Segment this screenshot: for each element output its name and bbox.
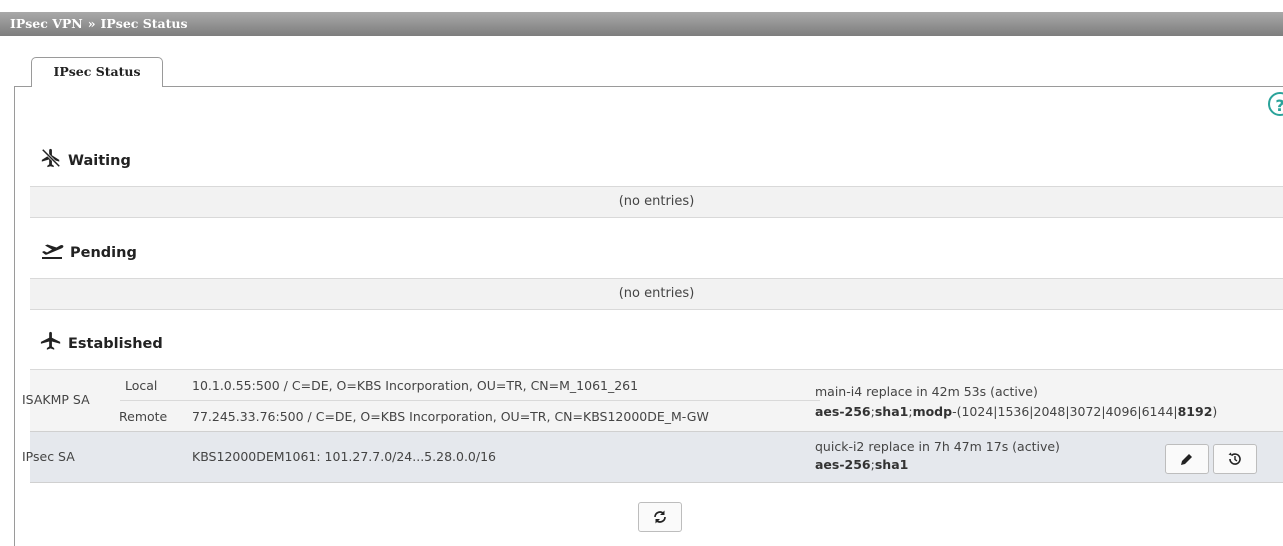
tab-ipsec-status[interactable]: IPsec Status — [31, 57, 163, 87]
isakmp-algorithms: aes-256;sha1;modp-(1024|1536|2048|3072|4… — [815, 404, 1217, 419]
ipsec-status: quick-i2 replace in 7h 47m 17s (active) — [815, 439, 1060, 454]
history-icon — [1228, 452, 1241, 465]
waiting-empty-row: (no entries) — [30, 186, 1283, 218]
breadcrumb-ipsec-vpn[interactable]: IPsec VPN — [10, 16, 83, 31]
section-pending-header: Pending — [40, 239, 137, 261]
plane-icon — [40, 331, 61, 350]
isakmp-enc: aes-256 — [815, 404, 871, 419]
plane-slash-icon — [41, 148, 61, 168]
isakmp-local-value: 10.1.0.55:500 / C=DE, O=KBS Incorporatio… — [192, 378, 639, 393]
refresh-button[interactable] — [638, 502, 682, 532]
pending-empty-row: (no entries) — [30, 278, 1283, 310]
panel-border-top — [14, 86, 1283, 87]
plane-departure-icon — [42, 244, 64, 259]
help-icon[interactable]: ? — [1268, 92, 1283, 116]
isakmp-hash: sha1 — [874, 404, 909, 419]
section-title-waiting: Waiting — [68, 153, 131, 169]
panel-border-left — [14, 86, 15, 546]
ipsec-value: KBS12000DEM1061: 101.27.7.0/24...5.28.0.… — [192, 449, 496, 464]
section-established-header: Established — [40, 330, 163, 352]
isakmp-dh-last: 8192 — [1177, 404, 1213, 419]
isakmp-local-label: Local — [125, 378, 158, 393]
refresh-icon — [654, 510, 666, 524]
isakmp-sa-row: ISAKMP SA Local 10.1.0.55:500 / C=DE, O=… — [22, 369, 1283, 431]
breadcrumb-bar: IPsec VPN » IPsec Status — [0, 12, 1283, 36]
edit-button[interactable] — [1165, 444, 1209, 474]
isakmp-remote-label: Remote — [119, 409, 168, 424]
pencil-icon — [1181, 454, 1192, 465]
ipsec-sa-row: IPsec SA KBS12000DEM1061: 101.27.7.0/24.… — [22, 431, 1283, 483]
isakmp-dh-close: ) — [1212, 404, 1218, 419]
row-divider — [120, 400, 820, 401]
history-button[interactable] — [1213, 444, 1257, 474]
breadcrumb-ipsec-status: IPsec Status — [100, 16, 188, 31]
isakmp-status: main-i4 replace in 42m 53s (active) — [815, 384, 1038, 399]
isakmp-dh: modp — [912, 404, 953, 419]
ipsec-hash: sha1 — [874, 457, 909, 472]
ipsec-enc: aes-256 — [815, 457, 871, 472]
section-title-established: Established — [68, 336, 163, 352]
isakmp-remote-value: 77.245.33.76:500 / C=DE, O=KBS Incorpora… — [192, 409, 709, 424]
breadcrumb-separator: » — [87, 16, 96, 31]
section-waiting-header: Waiting — [40, 147, 131, 169]
isakmp-label: ISAKMP SA — [22, 392, 90, 407]
isakmp-dh-list: -(1024|1536|2048|3072|4096|6144| — [952, 404, 1178, 419]
ipsec-label: IPsec SA — [22, 449, 75, 464]
ipsec-algorithms: aes-256;sha1 — [815, 457, 908, 472]
section-title-pending: Pending — [70, 245, 137, 261]
